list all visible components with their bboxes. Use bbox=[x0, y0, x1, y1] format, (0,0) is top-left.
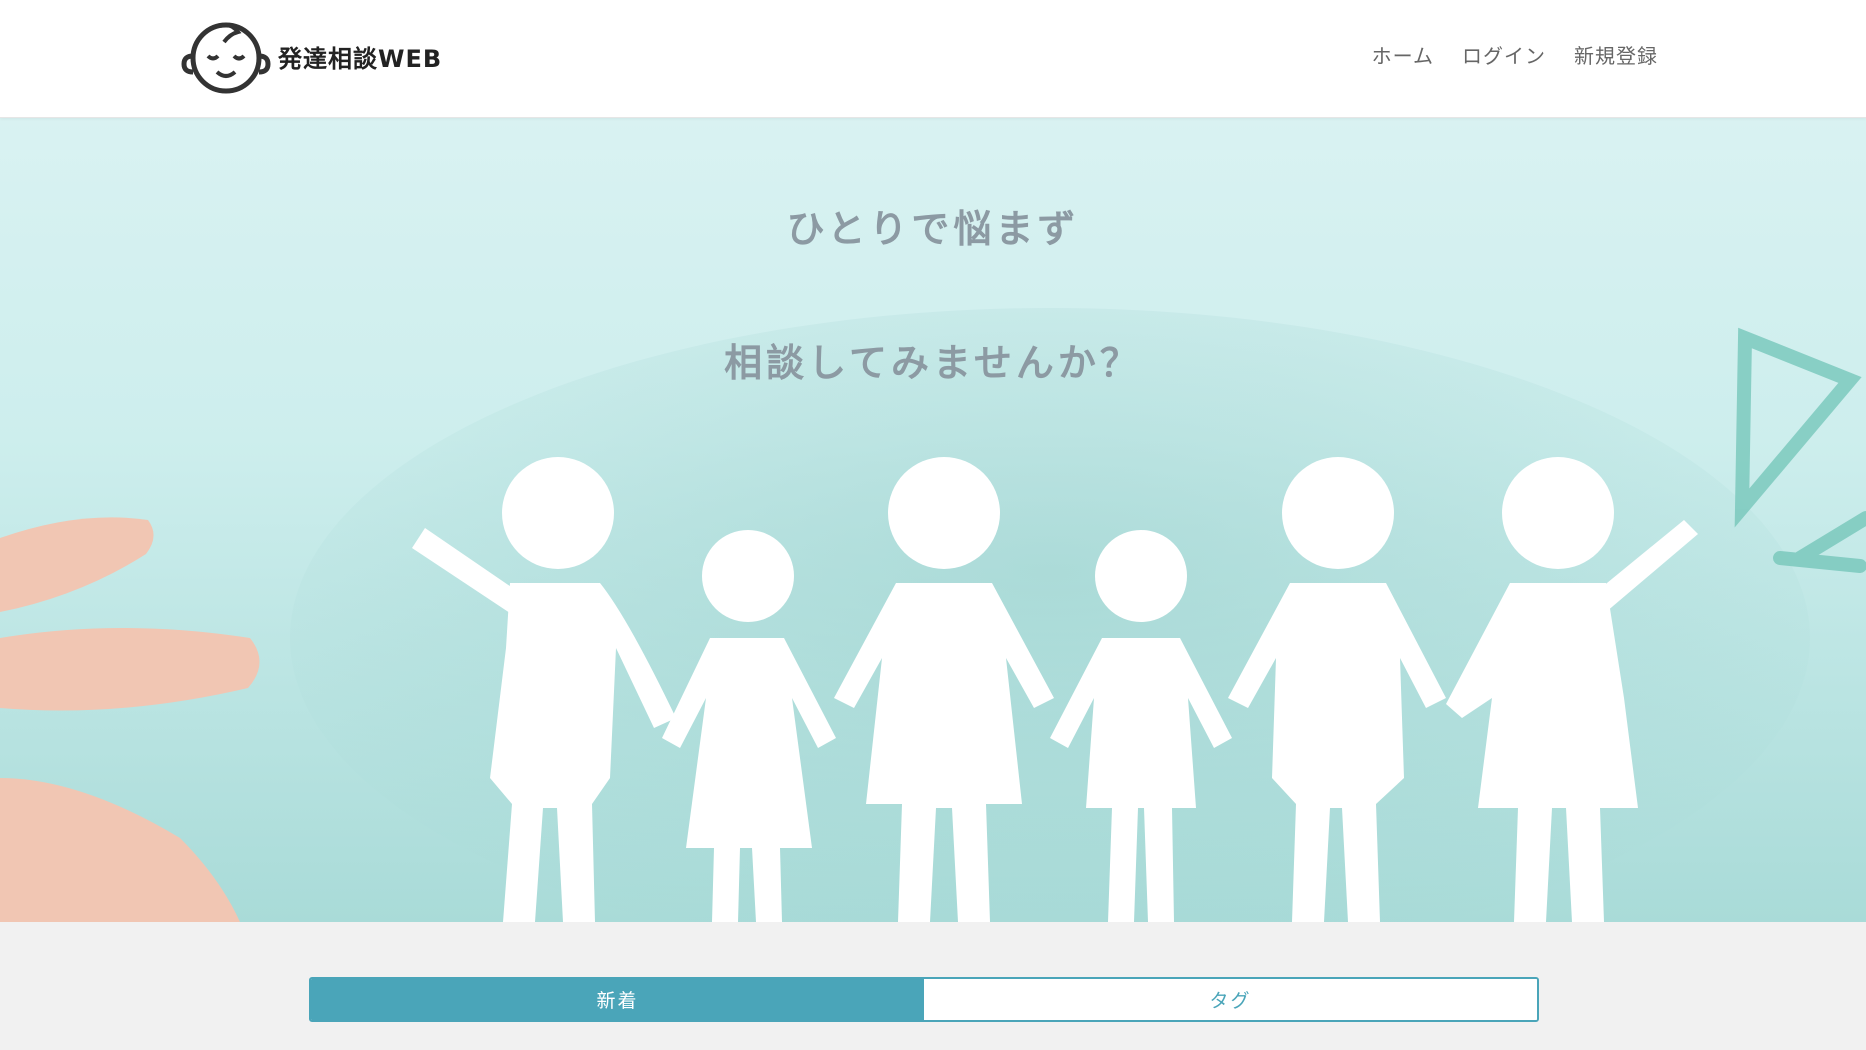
site-logo[interactable]: 発達相談WEB bbox=[178, 16, 442, 96]
nav-login-link[interactable]: ログイン bbox=[1462, 40, 1546, 69]
baby-face-icon bbox=[181, 22, 271, 94]
nav-home-link[interactable]: ホーム bbox=[1372, 40, 1434, 69]
tab-tags[interactable]: タグ bbox=[924, 979, 1537, 1020]
nav-register-link[interactable]: 新規登録 bbox=[1574, 40, 1658, 69]
hand-image bbox=[0, 517, 260, 922]
post-tabs: 新着 タグ bbox=[309, 977, 1539, 1022]
logo-text: 発達相談WEB bbox=[278, 44, 443, 73]
site-header: 発達相談WEB ホーム ログイン 新規登録 bbox=[0, 0, 1866, 118]
tab-new[interactable]: 新着 bbox=[311, 979, 924, 1020]
main-nav: ホーム ログイン 新規登録 bbox=[1372, 40, 1658, 69]
hero-headline-line1: ひとりで悩まず bbox=[786, 207, 1080, 251]
hero-banner: ひとりで悩まず 相談してみませんか？ bbox=[0, 118, 1866, 922]
hero-headline-line2: 相談してみませんか？ bbox=[724, 341, 1142, 385]
